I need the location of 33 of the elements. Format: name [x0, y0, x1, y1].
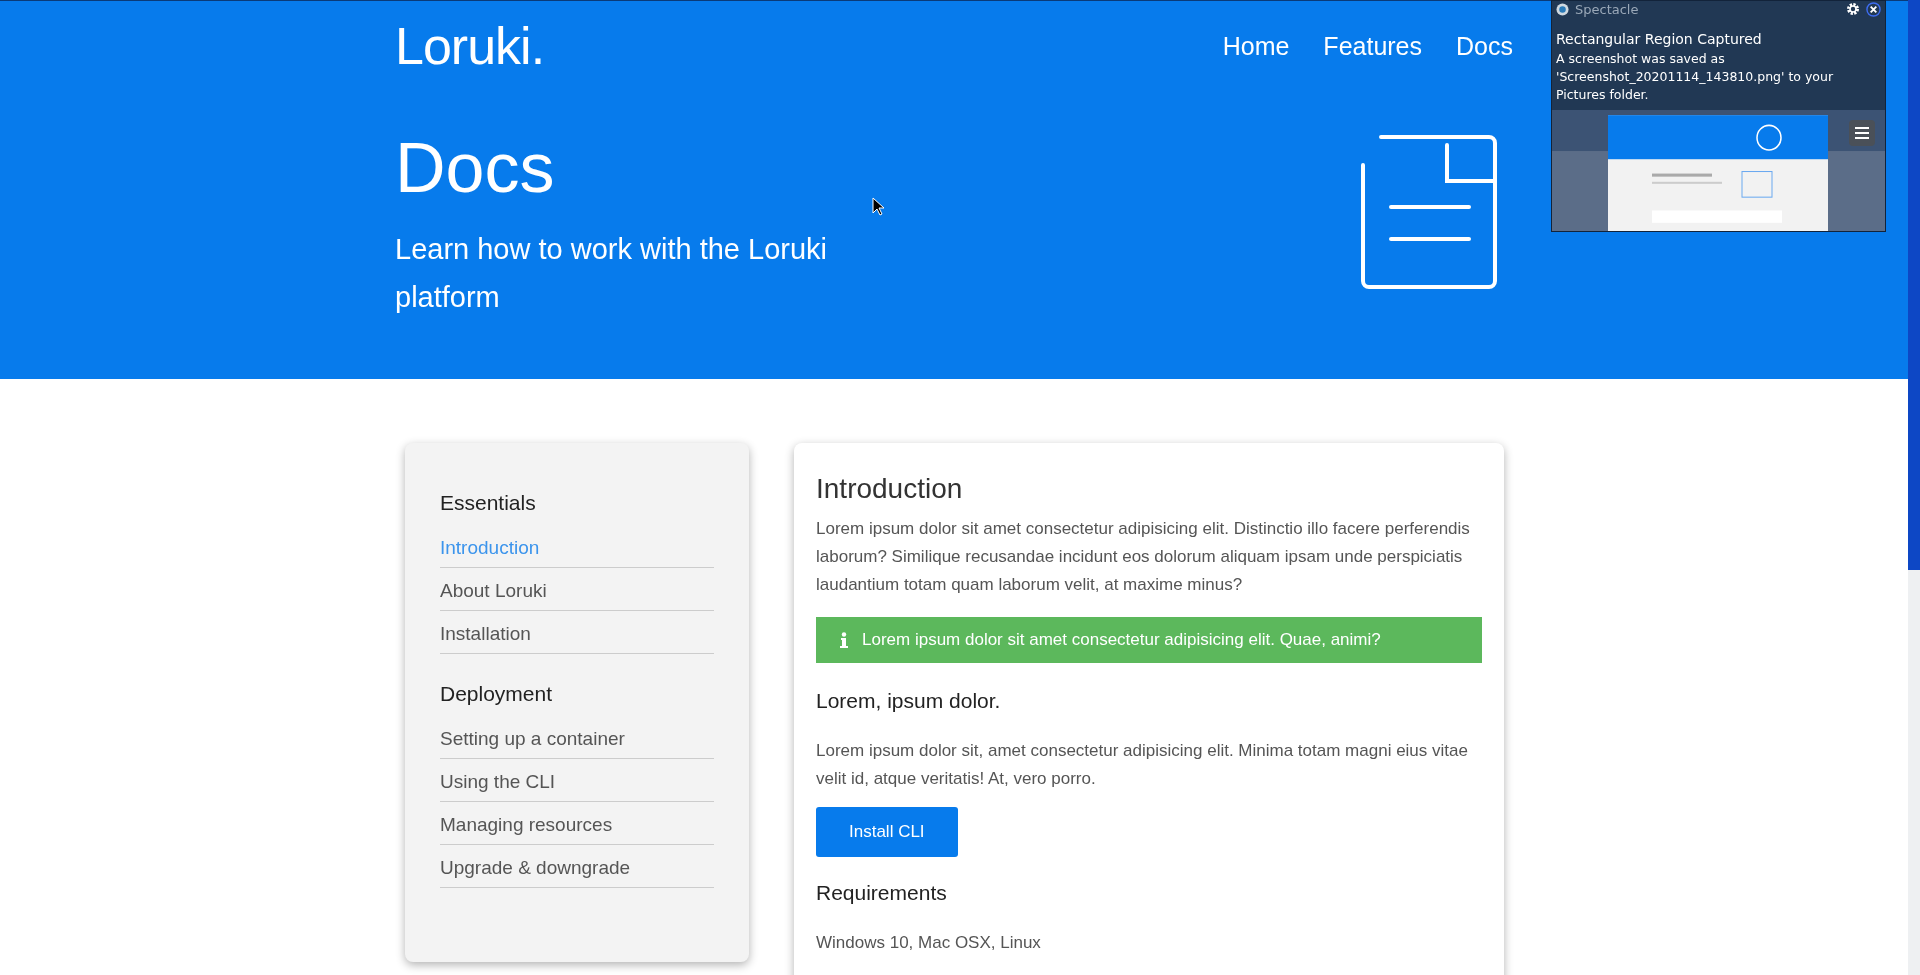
subheading: Lorem, ipsum dolor. [816, 689, 1002, 713]
cursor-icon [872, 197, 884, 216]
alert-text: Lorem ipsum dolor sit amet consectetur adipisicing elit. Quae, animi? [862, 630, 1381, 650]
install-button[interactable]: Install CLI [816, 807, 958, 857]
paragraph: Lorem ipsum dolor sit, amet consectetur adipisicing elit. Minima totam magni eius vitae velit id, atque veritatis! At, vero porro. [816, 740, 1469, 790]
notification-title: Rectangular Region Captured [1555, 30, 1763, 49]
sidebar-heading: Deployment [440, 682, 554, 706]
app-icon [1556, 2, 1569, 16]
menu-button[interactable] [1849, 120, 1875, 146]
paragraph: Lorem ipsum dolor sit amet consectetur adipisicing elit. Distinctio illo facere perferendis laborum? Similique recusandae incidunt eos dolorum aliquam ipsam unde perspiciatis laudantium totam quam laborum velit, at maxime minus? [816, 518, 1471, 596]
requirement-text: Windows 10, Mac OSX, Linux [816, 932, 1042, 954]
sidebar-link[interactable]: Setting up a container [440, 728, 714, 759]
settings-icon[interactable] [1846, 2, 1860, 16]
notification-body: A screenshot was saved as 'Screenshot_20201114_143810.png' to your Pictures folder. [1555, 50, 1835, 104]
section-title: Introduction [816, 473, 964, 505]
subheading: Requirements [816, 881, 948, 905]
app-name: Spectacle [1575, 1, 1640, 17]
logo[interactable]: Loruki. [395, 16, 545, 76]
sidebar-link[interactable]: Managing resources [440, 814, 714, 845]
sidebar-link[interactable]: Installation [440, 623, 714, 654]
nav-link[interactable]: Features [1323, 31, 1423, 61]
sidebar-link[interactable]: About Loruki [440, 580, 714, 611]
nav-link[interactable]: Docs [1456, 31, 1513, 61]
nav-link[interactable]: Home [1222, 31, 1290, 61]
info-icon [840, 632, 848, 648]
menu-icon [1855, 127, 1869, 139]
page-title: Docs [395, 133, 556, 203]
page-subtitle: Learn how to work with the Loruki platform [395, 232, 828, 315]
scrollbar[interactable] [1908, 0, 1920, 975]
sidebar-link[interactable]: Using the CLI [440, 771, 714, 802]
close-icon[interactable] [1866, 1, 1881, 17]
sidebar-link[interactable]: Upgrade & downgrade [440, 857, 714, 888]
sidebar-heading: Essentials [440, 491, 537, 515]
